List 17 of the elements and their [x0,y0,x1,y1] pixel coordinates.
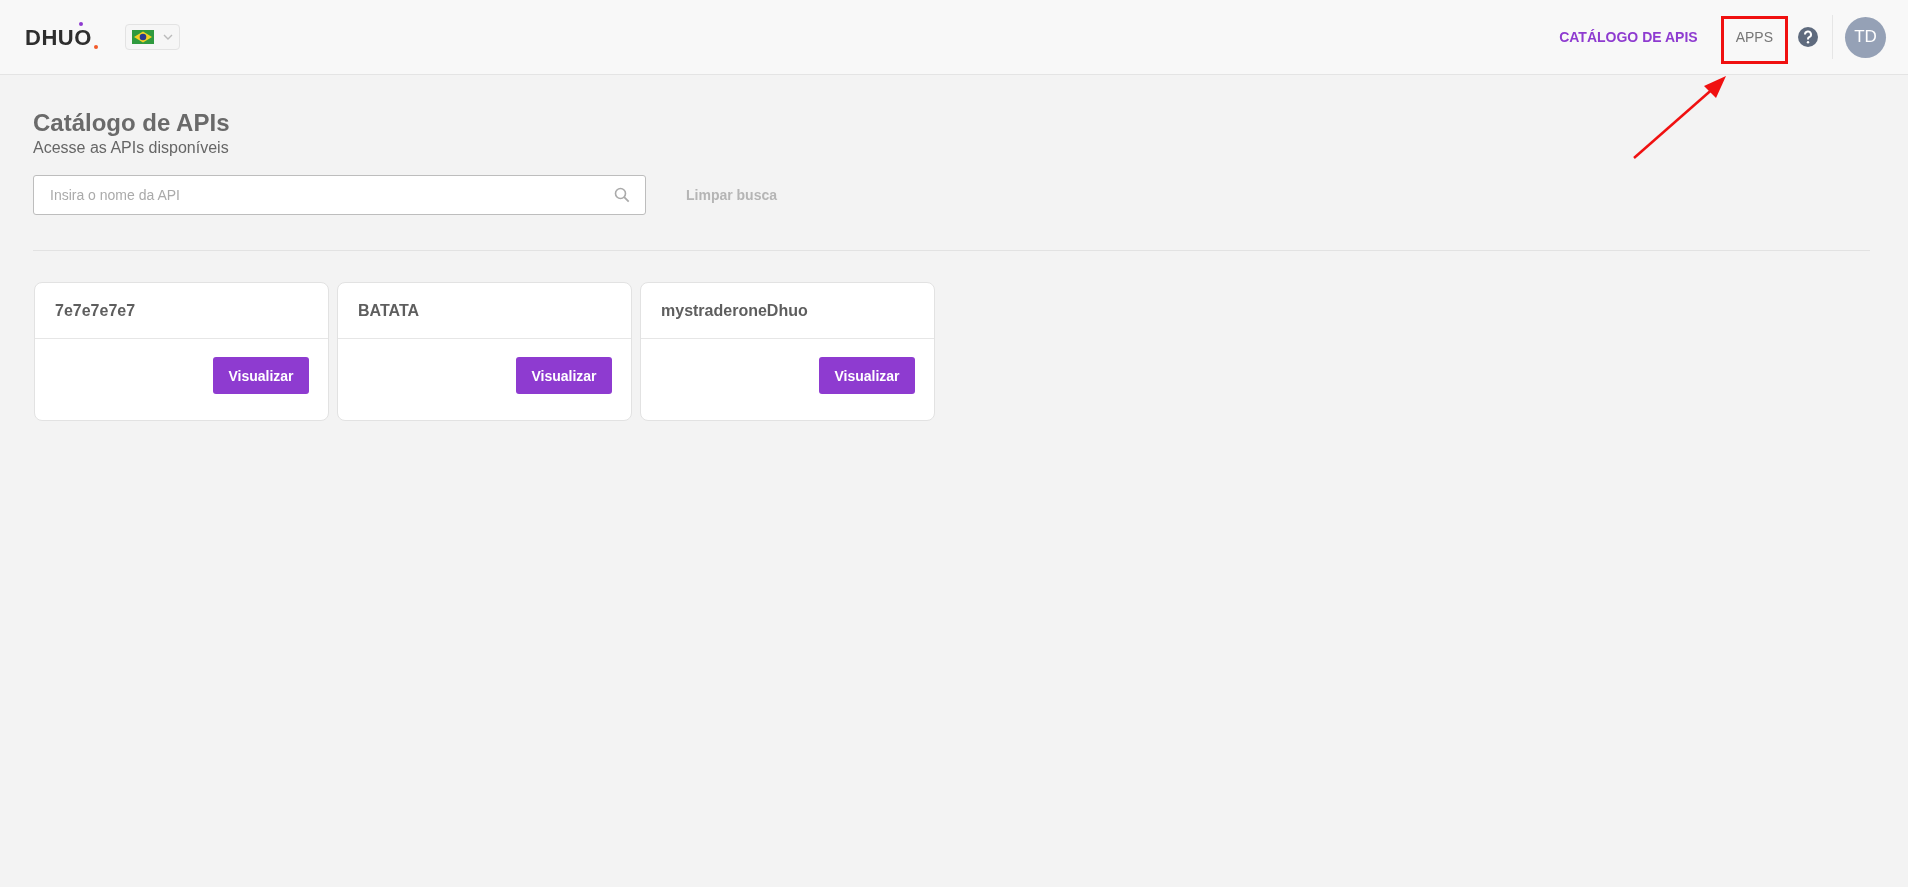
view-button[interactable]: Visualizar [213,357,309,394]
brazil-flag-icon [131,30,154,44]
api-card-title: 7e7e7e7e7 [35,283,328,339]
api-card-title: mystraderoneDhuo [641,283,934,339]
help-icon[interactable] [1798,27,1818,47]
nav-link[interactable]: CATÁLOGO DE APIS [1542,12,1715,62]
api-card-title: BATATA [338,283,631,339]
search-field[interactable]: Insira o nome da API [33,175,646,215]
nav-link[interactable]: APPS [1720,16,1788,64]
chevron-down-icon [162,34,173,40]
view-button[interactable]: Visualizar [819,357,915,394]
language-dropdown[interactable] [124,24,180,50]
page-title: Catálogo de APIs [33,109,231,137]
search-icon [614,187,630,203]
dhuo-logo[interactable]: DHUO [25,21,99,53]
page-subtitle: Acesse as APIs disponíveis [33,139,230,157]
view-button[interactable]: Visualizar [516,357,612,394]
